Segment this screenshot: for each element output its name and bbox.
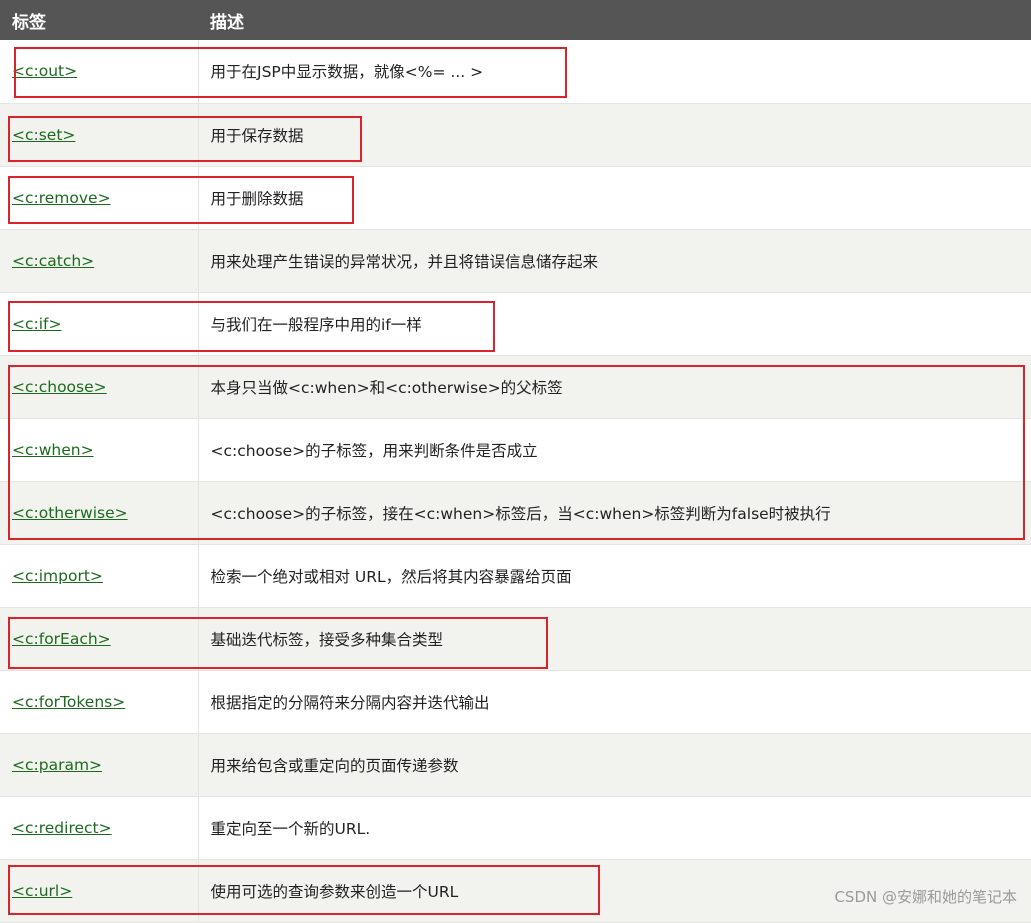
table-row: <c:param> 用来给包含或重定向的页面传递参数 xyxy=(0,733,1031,797)
table-row: <c:set> 用于保存数据 xyxy=(0,103,1031,167)
tag-link[interactable]: <c:if> xyxy=(12,315,61,333)
table-row: <c:when> <c:choose>的子标签，用来判断条件是否成立 xyxy=(0,418,1031,482)
tag-link[interactable]: <c:remove> xyxy=(12,189,111,207)
tag-cell: <c:forTokens> xyxy=(0,670,199,734)
header-tag: 标签 xyxy=(12,12,46,33)
tag-cell: <c:if> xyxy=(0,292,199,356)
table-header-row: 标签 描述 xyxy=(0,0,1031,40)
desc-cell: 根据指定的分隔符来分隔内容并迭代输出 xyxy=(198,670,1031,734)
table-row: <c:remove> 用于删除数据 xyxy=(0,166,1031,230)
desc-cell: 用于保存数据 xyxy=(198,103,1031,167)
tag-cell: <c:choose> xyxy=(0,355,199,419)
tag-link[interactable]: <c:otherwise> xyxy=(12,504,128,522)
desc-cell: 基础迭代标签，接受多种集合类型 xyxy=(198,607,1031,671)
tag-link[interactable]: <c:when> xyxy=(12,441,94,459)
desc-cell: 用于在JSP中显示数据，就像<%= ... > xyxy=(198,40,1031,104)
table-row: <c:redirect> 重定向至一个新的URL. xyxy=(0,796,1031,860)
desc-cell: <c:choose>的子标签，接在<c:when>标签后，当<c:when>标签… xyxy=(198,481,1031,545)
table-row: <c:forTokens> 根据指定的分隔符来分隔内容并迭代输出 xyxy=(0,670,1031,734)
desc-cell: 用来给包含或重定向的页面传递参数 xyxy=(198,733,1031,797)
watermark: CSDN @安娜和她的笔记本 xyxy=(834,888,1017,906)
tag-link[interactable]: <c:url> xyxy=(12,882,72,900)
table-row: <c:choose> 本身只当做<c:when>和<c:otherwise>的父标… xyxy=(0,355,1031,419)
tag-link[interactable]: <c:choose> xyxy=(12,378,107,396)
tag-cell: <c:url> xyxy=(0,859,199,923)
tag-link[interactable]: <c:forTokens> xyxy=(12,693,125,711)
table-row: <c:otherwise> <c:choose>的子标签，接在<c:when>标签… xyxy=(0,481,1031,545)
tag-link[interactable]: <c:forEach> xyxy=(12,630,111,648)
tag-cell: <c:otherwise> xyxy=(0,481,199,545)
desc-cell: <c:choose>的子标签，用来判断条件是否成立 xyxy=(198,418,1031,482)
tag-cell: <c:when> xyxy=(0,418,199,482)
tag-cell: <c:remove> xyxy=(0,166,199,230)
tag-link[interactable]: <c:set> xyxy=(12,126,75,144)
jstl-tag-table: 标签 描述 <c:out> 用于在JSP中显示数据，就像<%= ... > <c:s… xyxy=(0,0,1031,923)
table-row: <c:forEach> 基础迭代标签，接受多种集合类型 xyxy=(0,607,1031,671)
table-row: <c:out> 用于在JSP中显示数据，就像<%= ... > xyxy=(0,40,1031,104)
table-row: <c:if> 与我们在一般程序中用的if一样 xyxy=(0,292,1031,356)
tag-link[interactable]: <c:out> xyxy=(12,62,77,80)
tag-cell: <c:import> xyxy=(0,544,199,608)
tag-link[interactable]: <c:catch> xyxy=(12,252,94,270)
tag-link[interactable]: <c:import> xyxy=(12,567,103,585)
desc-cell: 用来处理产生错误的异常状况，并且将错误信息储存起来 xyxy=(198,229,1031,293)
desc-cell: 重定向至一个新的URL. xyxy=(198,796,1031,860)
desc-cell: 与我们在一般程序中用的if一样 xyxy=(198,292,1031,356)
tag-link[interactable]: <c:redirect> xyxy=(12,819,112,837)
table-row: <c:import> 检索一个绝对或相对 URL，然后将其内容暴露给页面 xyxy=(0,544,1031,608)
desc-cell: 本身只当做<c:when>和<c:otherwise>的父标签 xyxy=(198,355,1031,419)
tag-cell: <c:set> xyxy=(0,103,199,167)
table-row: <c:catch> 用来处理产生错误的异常状况，并且将错误信息储存起来 xyxy=(0,229,1031,293)
tag-cell: <c:param> xyxy=(0,733,199,797)
tag-cell: <c:out> xyxy=(0,40,199,104)
tag-cell: <c:redirect> xyxy=(0,796,199,860)
tag-link[interactable]: <c:param> xyxy=(12,756,102,774)
desc-cell: 用于删除数据 xyxy=(198,166,1031,230)
tag-cell: <c:catch> xyxy=(0,229,199,293)
tag-cell: <c:forEach> xyxy=(0,607,199,671)
header-desc: 描述 xyxy=(210,12,244,33)
desc-cell: 检索一个绝对或相对 URL，然后将其内容暴露给页面 xyxy=(198,544,1031,608)
